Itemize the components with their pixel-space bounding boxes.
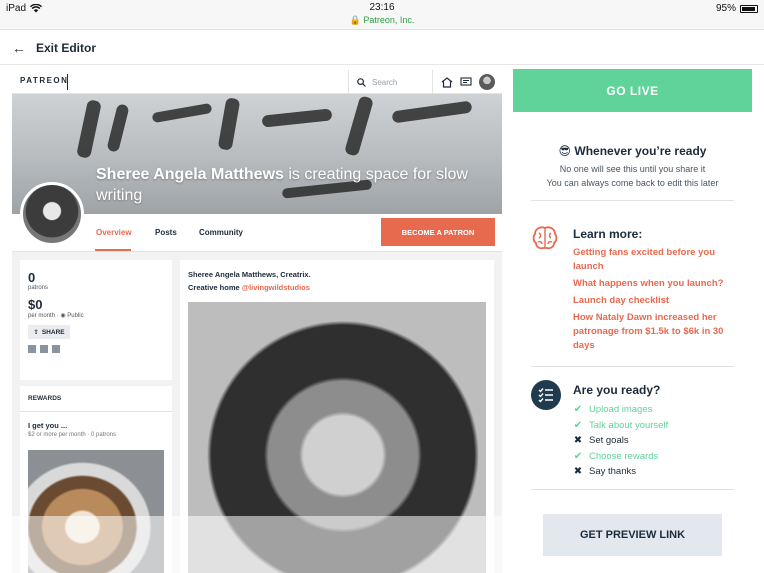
get-preview-link-button[interactable]: GET PREVIEW LINK bbox=[543, 514, 722, 556]
preview-fade-overlay bbox=[12, 516, 502, 573]
become-patron-button[interactable]: BECOME A PATRON bbox=[381, 218, 495, 246]
search-box[interactable]: Search bbox=[348, 70, 430, 94]
messages-icon[interactable] bbox=[459, 76, 472, 88]
checklist-label: Say thanks bbox=[589, 466, 636, 478]
back-arrow-icon[interactable]: ← bbox=[12, 40, 26, 56]
share-icon: ⇪ bbox=[33, 329, 39, 336]
tab-posts[interactable]: Posts bbox=[155, 228, 177, 237]
stats-card: 0 patrons $0 per month · ◉ Public ⇪ SHAR… bbox=[20, 260, 172, 380]
facebook-icon[interactable] bbox=[28, 345, 36, 353]
editor-topnav: ← Exit Editor bbox=[0, 31, 764, 65]
creator-avatar bbox=[20, 182, 84, 246]
checklist-item-say-thanks[interactable]: ✖ Say thanks bbox=[573, 464, 743, 480]
twitter-icon[interactable] bbox=[40, 345, 48, 353]
checklist-label: Talk about yourself bbox=[589, 419, 669, 431]
search-placeholder: Search bbox=[372, 77, 398, 87]
user-avatar[interactable] bbox=[478, 74, 495, 90]
checkmark-icon: ✔ bbox=[573, 419, 583, 431]
share-label: SHARE bbox=[41, 328, 65, 336]
checklist-label: Choose rewards bbox=[589, 450, 659, 462]
link-launch-day-checklist[interactable]: Launch day checklist bbox=[573, 294, 743, 308]
profile-tabs: Overview Posts Community BECOME A PATRON bbox=[12, 214, 502, 252]
checklist-item-talk-about-yourself[interactable]: ✔ Talk about yourself bbox=[573, 418, 743, 434]
url-text: Patreon, Inc. bbox=[363, 15, 415, 25]
banner-lettering bbox=[76, 99, 102, 159]
x-mark-icon: ✖ bbox=[573, 466, 583, 478]
post-title-line1: Sheree Angela Matthews, Creatrix. bbox=[188, 270, 311, 279]
cover-banner: Sheree Angela Matthews is creating space… bbox=[12, 94, 502, 214]
link-what-happens-launch[interactable]: What happens when you launch? bbox=[573, 277, 743, 291]
divider bbox=[531, 366, 734, 367]
readiness-checklist: ✔ Upload images ✔ Talk about yourself ✖ Set… bbox=[573, 402, 743, 480]
patron-count: 0 bbox=[28, 270, 36, 285]
divider bbox=[531, 489, 734, 490]
share-button[interactable]: ⇪ SHARE bbox=[28, 325, 70, 339]
tab-community[interactable]: Community bbox=[199, 228, 243, 237]
search-icon bbox=[357, 77, 366, 87]
launch-panel: 😎 Whenever you’re ready No one will see … bbox=[513, 122, 752, 573]
status-bar: iPad 23:16 🔒 Patreon, Inc. 95% bbox=[0, 0, 764, 30]
embed-icon[interactable] bbox=[52, 345, 60, 353]
patreon-logo[interactable]: PATREON bbox=[20, 76, 68, 85]
checkmark-icon: ✔ bbox=[573, 450, 583, 462]
checkmark-icon: ✔ bbox=[573, 404, 583, 416]
checklist-icon bbox=[531, 380, 561, 410]
link-nataly-dawn-story[interactable]: How Nataly Dawn increased her patronage … bbox=[573, 311, 743, 353]
learn-more-links: Getting fans excited before you launch W… bbox=[573, 246, 743, 356]
monthly-amount-label: per month bbox=[28, 313, 56, 319]
lock-icon: 🔒 bbox=[349, 15, 361, 25]
globe-icon: ◉ bbox=[60, 313, 66, 319]
page-preview: PATREON Search Sheree Angela Matthews is… bbox=[12, 70, 502, 573]
checklist-label: Set goals bbox=[589, 435, 629, 447]
link-getting-fans-excited[interactable]: Getting fans excited before you launch bbox=[573, 246, 743, 274]
patron-count-label: patrons bbox=[28, 285, 49, 291]
checklist-glyph-icon bbox=[538, 388, 553, 403]
battery-icon bbox=[740, 4, 758, 13]
reward-meta: $2 or more per month · 0 patrons bbox=[28, 432, 117, 438]
sunglasses-emoji-icon: 😎 bbox=[558, 144, 572, 158]
ready-subtitle-2: You can always come back to edit this la… bbox=[546, 178, 719, 188]
checklist-item-choose-rewards[interactable]: ✔ Choose rewards bbox=[573, 449, 743, 465]
divider bbox=[531, 200, 734, 201]
post-title-prefix: Creative home bbox=[188, 283, 242, 292]
brain-icon bbox=[532, 226, 558, 250]
battery-percent: 95% bbox=[715, 3, 736, 14]
monthly-amount: $0 bbox=[28, 297, 43, 312]
post-title: Sheree Angela Matthews, Creatrix. Creati… bbox=[188, 268, 311, 294]
x-mark-icon: ✖ bbox=[573, 435, 583, 447]
url-bar[interactable]: 🔒 Patreon, Inc. bbox=[0, 15, 764, 26]
checklist-item-upload-images[interactable]: ✔ Upload images bbox=[573, 402, 743, 418]
patreon-header: PATREON Search bbox=[12, 70, 502, 94]
checklist-item-set-goals[interactable]: ✖ Set goals bbox=[573, 433, 743, 449]
post-handle-link[interactable]: @livingwildstudios bbox=[242, 283, 310, 292]
ready-title: Whenever you’re ready bbox=[574, 144, 707, 158]
exit-editor-button[interactable]: Exit Editor bbox=[36, 41, 96, 55]
creator-tagline: Sheree Angela Matthews is creating space… bbox=[96, 164, 476, 206]
social-links bbox=[28, 345, 164, 353]
creator-name: Sheree Angela Matthews bbox=[96, 166, 284, 183]
go-live-button[interactable]: GO LIVE bbox=[513, 69, 752, 112]
tab-overview[interactable]: Overview bbox=[96, 228, 132, 237]
are-you-ready-title: Are you ready? bbox=[573, 383, 661, 397]
clock: 23:16 bbox=[369, 2, 395, 13]
active-tab-indicator bbox=[95, 249, 131, 251]
ready-subtitle-1: No one will see this until you share it bbox=[559, 164, 706, 174]
checklist-label: Upload images bbox=[589, 404, 653, 416]
reward-name[interactable]: I get you ... bbox=[20, 412, 172, 432]
home-icon[interactable] bbox=[441, 76, 453, 88]
visibility-label: Public bbox=[67, 313, 84, 319]
learn-more-title: Learn more: bbox=[573, 227, 643, 241]
rewards-title: REWARDS bbox=[20, 386, 172, 412]
logo-divider bbox=[67, 74, 68, 90]
